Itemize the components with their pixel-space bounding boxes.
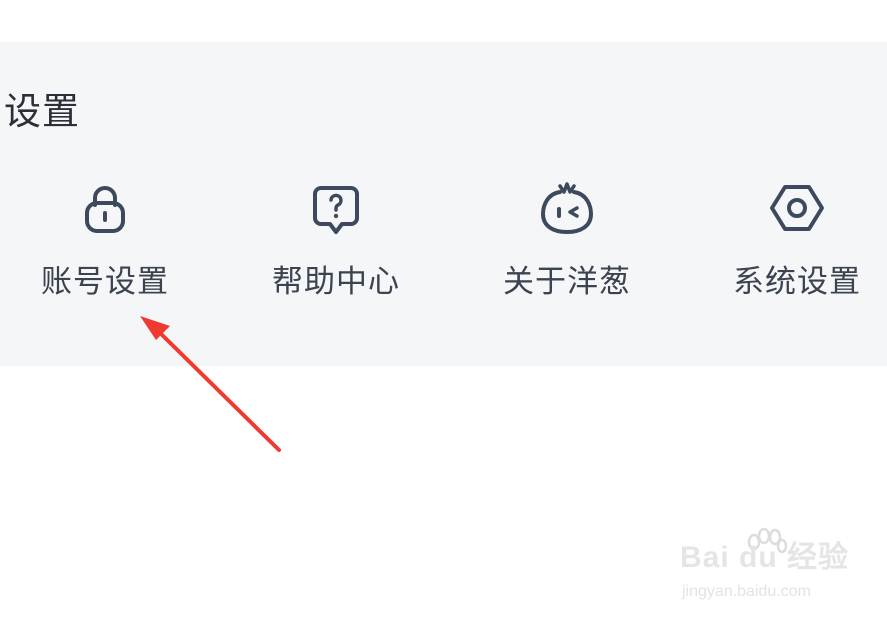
account-settings-label: 账号设置 [41, 264, 169, 300]
help-question-icon [313, 186, 359, 234]
baidu-watermark: Bai du 经验 jingyan.baidu.com [680, 528, 850, 608]
system-settings-button[interactable]: 系统设置 [707, 178, 887, 308]
watermark-url: jingyan.baidu.com [682, 583, 811, 600]
help-center-button[interactable]: 帮助中心 [246, 178, 426, 308]
system-settings-label: 系统设置 [733, 264, 861, 300]
hexagon-settings-icon [770, 185, 824, 231]
lock-icon [85, 186, 125, 233]
onion-mascot-icon [540, 182, 594, 235]
about-onion-button[interactable]: 关于洋葱 [477, 178, 657, 308]
about-onion-label: 关于洋葱 [503, 264, 631, 300]
section-title: 设置 [4, 90, 80, 133]
watermark-brand: Bai du 经验 [680, 541, 850, 574]
account-settings-button[interactable]: 账号设置 [15, 178, 195, 308]
help-center-label: 帮助中心 [272, 264, 400, 300]
